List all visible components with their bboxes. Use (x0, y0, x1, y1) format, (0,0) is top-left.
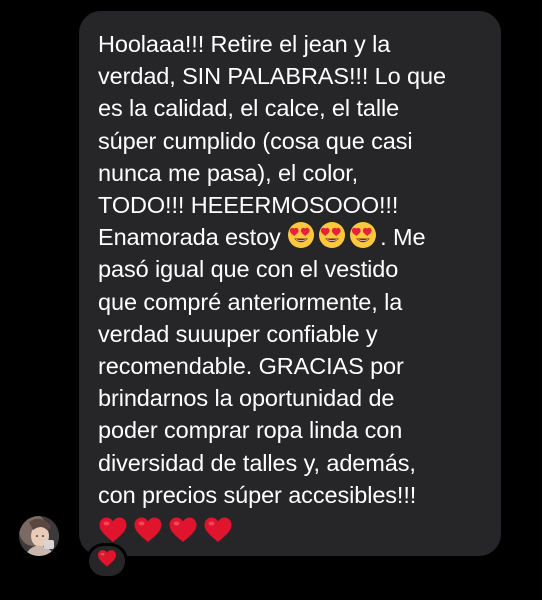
chat-thread: Hoolaaa!!! Retire el jean y la verdad, S… (0, 0, 542, 600)
red-heart-emoji (203, 516, 233, 544)
message-line: brindarnos la oportunidad de (98, 385, 395, 412)
red-heart-emoji (97, 549, 117, 573)
message-line-with-emojis: Enamorada estoy . Me (98, 221, 491, 253)
message-line: súper cumplido (cosa que casi (98, 127, 413, 154)
message-line: poder comprar ropa linda con (98, 417, 403, 444)
message-line: nunca me pasa), el color, (98, 159, 359, 186)
message-line: recomendable. GRACIAS por (98, 353, 404, 380)
message-text-suffix: . Me (380, 224, 426, 251)
hearts-row (98, 511, 491, 549)
message-text: Enamorada estoy (98, 224, 281, 251)
message-line: TODO!!! HEEERMOSOOO!!! (98, 192, 399, 219)
red-heart-emoji (98, 516, 128, 544)
reaction-badge[interactable] (86, 543, 128, 579)
sender-avatar[interactable] (19, 516, 59, 556)
red-heart-emoji (133, 516, 163, 544)
message-bubble[interactable]: Hoolaaa!!! Retire el jean y la verdad, S… (79, 11, 501, 556)
heart-eyes-emoji (287, 221, 315, 249)
message-line: Hoolaaa!!! Retire el jean y la (98, 31, 391, 57)
message-line: con precios súper accesibles!!! (98, 481, 417, 508)
heart-eyes-emoji (349, 221, 377, 249)
message-line: diversidad de talles y, además, (98, 449, 416, 476)
red-heart-emoji (168, 516, 198, 544)
message-line: que compré anteriormente, la (98, 288, 403, 315)
heart-eyes-emoji (318, 221, 346, 249)
message-line: verdad suuuper confiable y (98, 320, 378, 347)
message-line: verdad, SIN PALABRAS!!! Lo que (98, 63, 446, 90)
message-line: pasó igual que con el vestido (98, 256, 399, 283)
message-line: es la calidad, el calce, el talle (98, 95, 400, 122)
